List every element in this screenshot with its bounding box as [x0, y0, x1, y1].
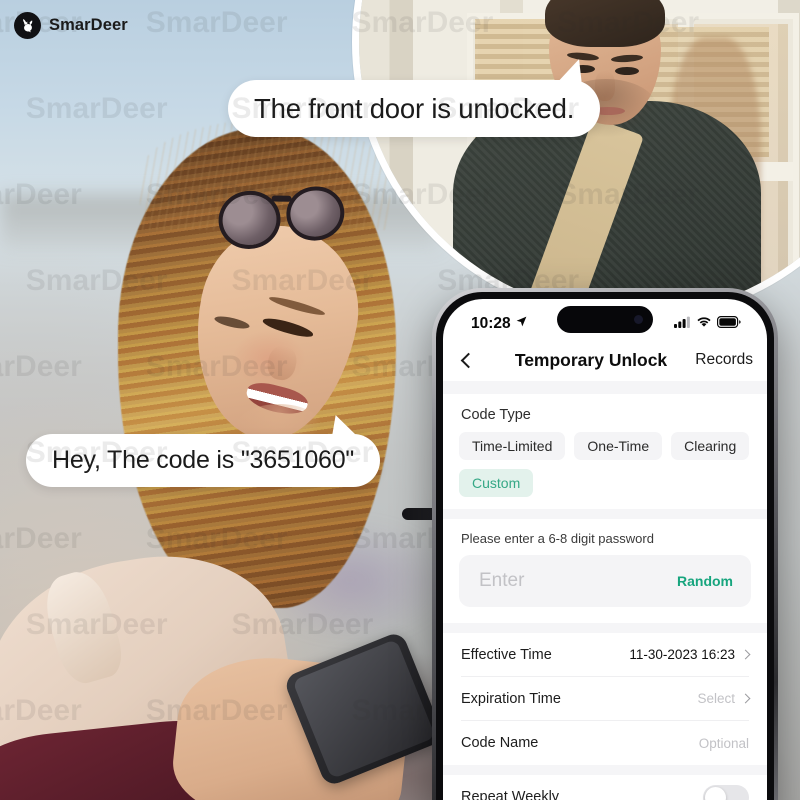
- chip-time-limited[interactable]: Time-Limited: [459, 432, 566, 460]
- front-camera-icon: [634, 315, 643, 324]
- password-hint: Please enter a 6-8 digit password: [461, 531, 654, 546]
- code-name-value: Optional: [698, 735, 749, 751]
- password-input-row[interactable]: Enter Random: [459, 555, 751, 607]
- speech-bubble-tail: [325, 411, 361, 445]
- wifi-icon: [696, 315, 712, 333]
- repeat-weekly-toggle[interactable]: [703, 784, 749, 800]
- row-label: Repeat Weekly: [461, 789, 560, 800]
- section-divider-band-3: [443, 765, 767, 775]
- password-section: Please enter a 6-8 digit password Enter …: [443, 519, 767, 607]
- row-label: Expiration Time: [461, 690, 561, 707]
- password-input[interactable]: Enter: [479, 570, 524, 592]
- sunglass-bridge: [271, 195, 292, 202]
- chevron-right-icon: [740, 693, 751, 704]
- speech-bubble-door-status: The front door is unlocked.: [228, 55, 601, 137]
- row-value-group: Optional: [699, 736, 749, 751]
- row-value-group: Select: [697, 691, 751, 706]
- chip-clearing[interactable]: Clearing: [671, 432, 750, 460]
- promo-canvas: SmarDeerSmarDeerSmarDeerSmarDeer SmarDee…: [0, 0, 800, 800]
- dynamic-island: [557, 306, 653, 333]
- inset-photo-man-at-door: [352, 0, 800, 322]
- app-nav-bar: Temporary Unlock Records: [443, 339, 767, 381]
- row-value-group: 11-30-2023 16:23: [629, 647, 751, 662]
- chevron-right-icon: [740, 649, 751, 660]
- chip-one-time[interactable]: One-Time: [574, 432, 663, 460]
- effective-time-value: 11-30-2023 16:23: [629, 647, 735, 662]
- repeat-section: Repeat Weekly: [443, 775, 767, 800]
- brand-name: SmarDeer: [49, 16, 128, 34]
- status-bar-left: 10:28: [471, 315, 528, 333]
- speech-bubble-text: The front door is unlocked.: [254, 92, 575, 124]
- speech-bubble-code-share: Hey, The code is "3651060": [26, 411, 381, 487]
- expiration-time-value: Select: [697, 691, 735, 706]
- battery-icon: [717, 315, 741, 333]
- man-hair: [545, 0, 665, 47]
- status-bar-right: [674, 315, 741, 333]
- location-arrow-icon: [515, 315, 528, 333]
- random-code-button[interactable]: Random: [677, 573, 733, 589]
- phone-mockup: 10:28 Temporary Unlock Records Code Type…: [432, 288, 778, 800]
- code-type-chip-group: Time-Limited One-Time Clearing Custom: [443, 432, 767, 509]
- row-repeat-weekly[interactable]: Repeat Weekly: [461, 775, 749, 800]
- sunglass-lens-right: [282, 182, 349, 245]
- page-title: Temporary Unlock: [514, 349, 668, 370]
- back-button[interactable]: [459, 352, 505, 368]
- toggle-knob: [705, 786, 726, 800]
- deer-head-icon: [14, 12, 41, 39]
- speech-bubble-text: Hey, The code is "3651060": [52, 446, 355, 474]
- row-code-name[interactable]: Code Name Optional: [461, 721, 749, 765]
- row-expiration-time[interactable]: Expiration Time Select: [461, 677, 751, 721]
- row-effective-time[interactable]: Effective Time 11-30-2023 16:23: [461, 633, 751, 677]
- row-label: Effective Time: [461, 646, 552, 663]
- man-nose: [595, 71, 615, 101]
- settings-list: Effective Time 11-30-2023 16:23 Expirati…: [443, 633, 767, 765]
- brand-logo: SmarDeer: [14, 12, 128, 39]
- section-divider-band: [443, 509, 767, 519]
- row-label: Code Name: [461, 735, 539, 751]
- inset-photo-content: [359, 0, 800, 315]
- status-bar: 10:28: [443, 299, 767, 339]
- records-button[interactable]: Records: [677, 351, 753, 369]
- speech-bubble-tail: [555, 55, 590, 91]
- man-eye-right: [615, 67, 639, 75]
- cellular-bars-icon: [674, 315, 691, 333]
- phone-bezel: 10:28 Temporary Unlock Records Code Type…: [436, 292, 774, 800]
- code-type-label: Code Type: [461, 407, 531, 423]
- chevron-left-icon: [460, 352, 477, 368]
- phone-screen: 10:28 Temporary Unlock Records Code Type…: [443, 299, 767, 800]
- nav-separator: [443, 381, 767, 394]
- section-divider-band-2: [443, 623, 767, 633]
- status-bar-time: 10:28: [471, 314, 511, 332]
- code-type-section: Code Type Time-Limited One-Time Clearing…: [443, 394, 767, 509]
- chip-custom[interactable]: Custom: [459, 469, 534, 497]
